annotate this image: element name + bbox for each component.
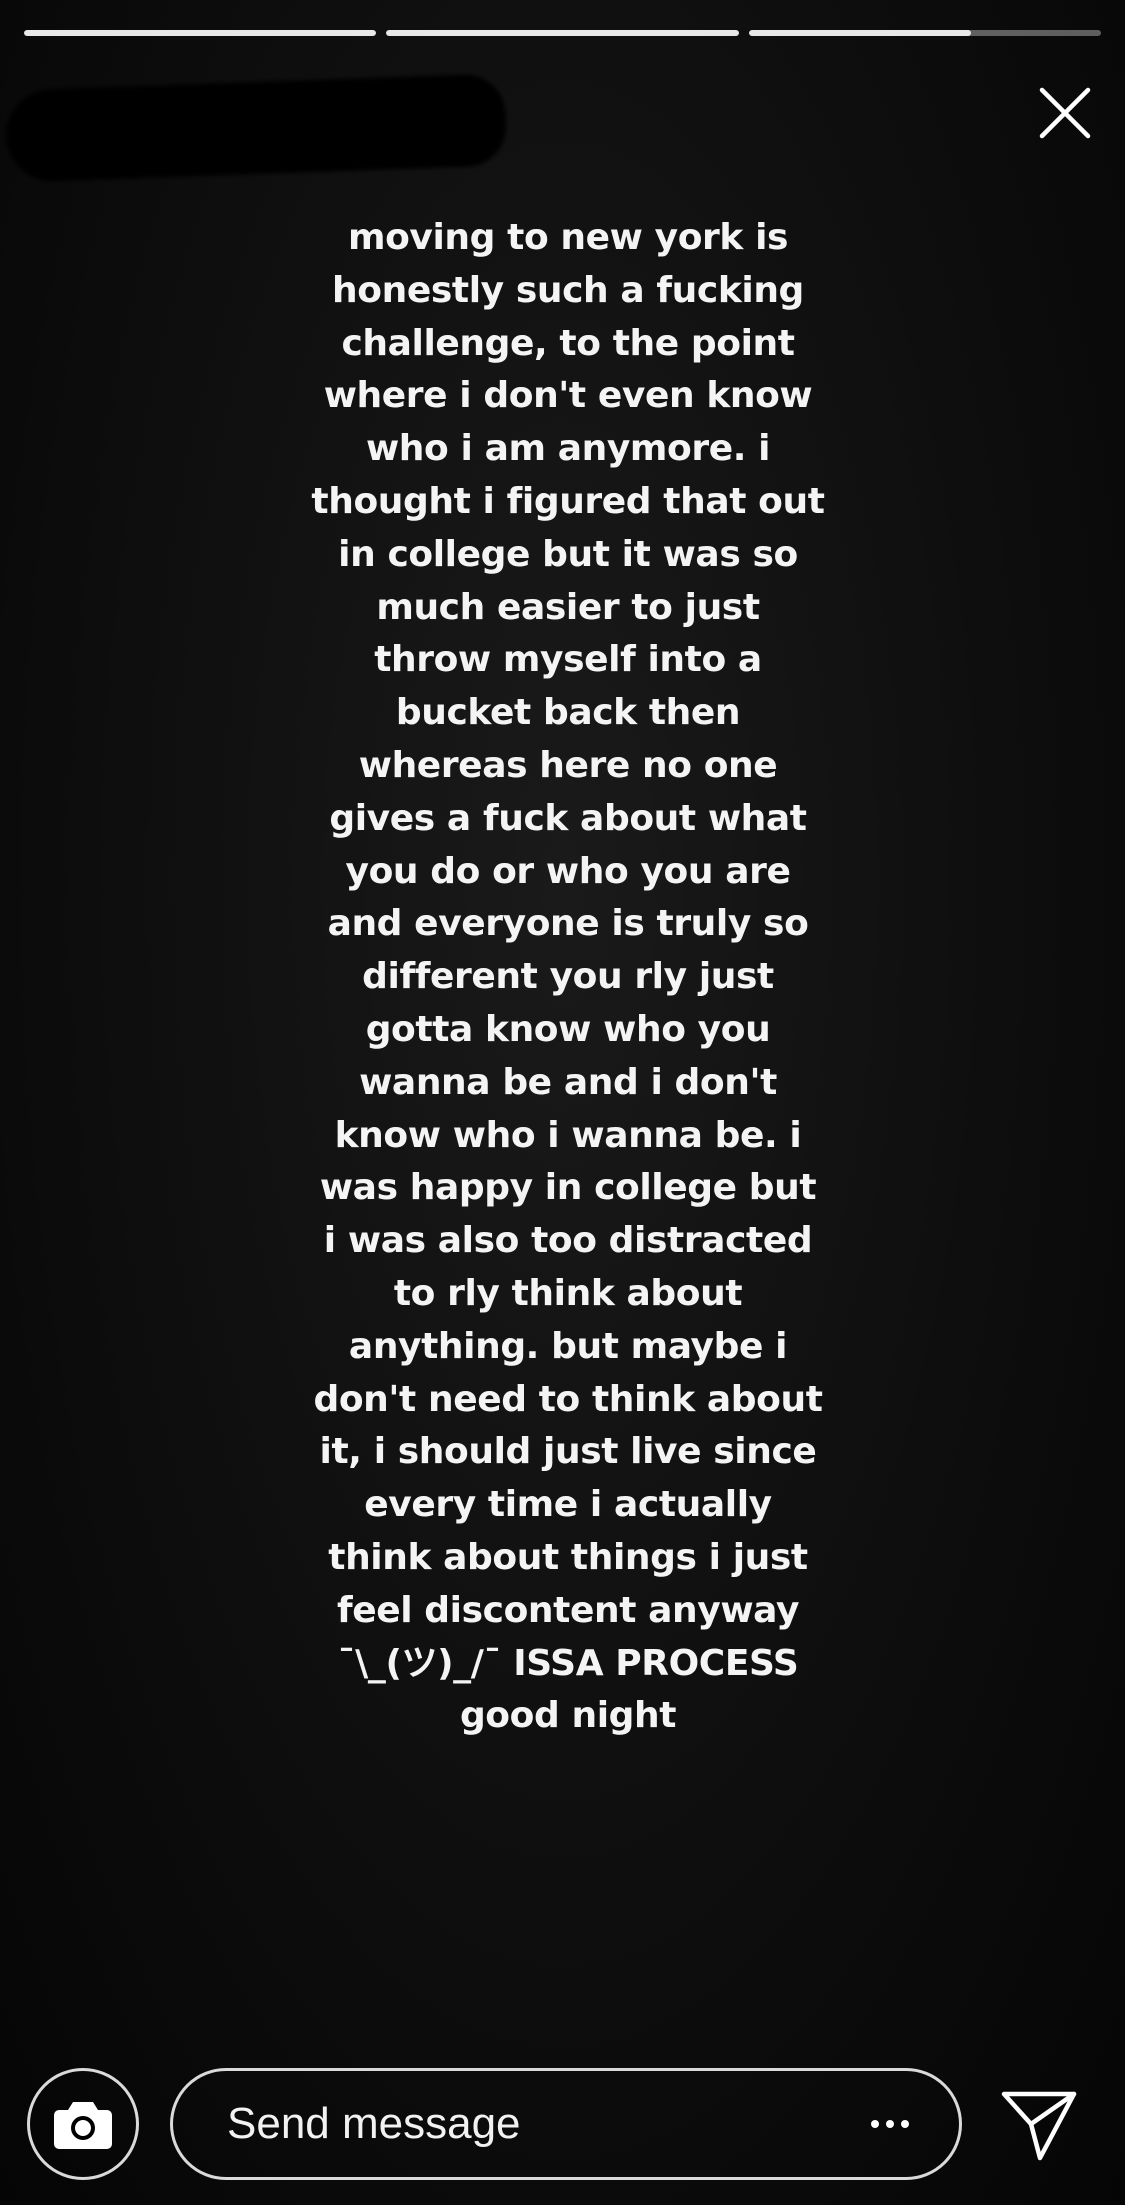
progress-segment [24, 30, 377, 36]
more-horizontal-icon[interactable] [861, 2110, 919, 2138]
close-icon [1039, 87, 1091, 139]
send-message-input[interactable]: Send message [170, 2068, 962, 2180]
paper-plane-icon [1001, 2091, 1077, 2161]
send-button[interactable] [1000, 2090, 1078, 2162]
progress-segment [386, 30, 739, 36]
message-placeholder: Send message [227, 2099, 521, 2148]
camera-button[interactable] [27, 2068, 139, 2180]
camera-icon [54, 2102, 112, 2149]
progress-segment [748, 30, 1101, 36]
close-button[interactable] [1036, 84, 1094, 142]
story-progress-bar [24, 30, 1101, 36]
redacted-username [4, 73, 508, 183]
story-caption-text: moving to new york is honestly such a fu… [311, 217, 825, 1737]
